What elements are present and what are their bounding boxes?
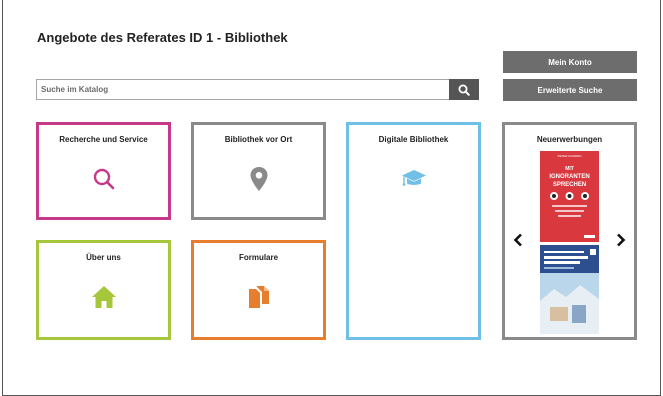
tile-title: Neuerwerbungen — [536, 135, 603, 144]
my-account-button[interactable]: Mein Konto — [503, 51, 637, 73]
tile-title: Über uns — [86, 253, 121, 262]
tile-title: Recherche und Service — [59, 135, 148, 144]
carousel-next-button[interactable] — [615, 231, 627, 249]
chevron-left-icon — [513, 233, 522, 247]
book-cover[interactable] — [540, 245, 599, 334]
chevron-right-icon — [617, 233, 626, 247]
graduation-cap-icon — [401, 170, 426, 186]
svg-text:IGNORANTEN: IGNORANTEN — [549, 174, 589, 180]
tile-formulare[interactable]: Formulare — [191, 240, 326, 340]
documents-icon — [248, 286, 269, 308]
svg-text:SPRECHEN: SPRECHEN — [553, 182, 586, 188]
tile-title: Bibliothek vor Ort — [224, 135, 293, 144]
tile-title: Formulare — [238, 253, 279, 262]
search-icon — [458, 84, 470, 96]
home-icon — [91, 286, 116, 308]
search-icon — [93, 168, 114, 190]
tile-neuerwerbungen[interactable]: Neuerwerbungen PETER ROHDEN MIT IGNORANT… — [502, 122, 637, 340]
page-frame: Angebote des Referates ID 1 - Bibliothek… — [2, 0, 661, 396]
svg-text:MIT: MIT — [565, 166, 574, 172]
catalog-search — [36, 79, 479, 100]
svg-text:PETER ROHDEN: PETER ROHDEN — [558, 154, 582, 158]
tile-title: Digitale Bibliothek — [378, 135, 449, 144]
carousel-prev-button[interactable] — [512, 231, 524, 249]
tile-digitale-bibliothek[interactable]: Digitale Bibliothek — [346, 122, 481, 340]
page-title: Angebote des Referates ID 1 - Bibliothek — [37, 30, 288, 45]
tile-bibliothek-vor-ort[interactable]: Bibliothek vor Ort — [191, 122, 326, 220]
search-button[interactable] — [449, 79, 479, 100]
tile-ueber-uns[interactable]: Über uns — [36, 240, 171, 340]
advanced-search-button[interactable]: Erweiterte Suche — [503, 79, 637, 101]
map-pin-icon — [250, 167, 267, 191]
tile-recherche-und-service[interactable]: Recherche und Service — [36, 122, 171, 220]
book-cover[interactable]: PETER ROHDEN MIT IGNORANTEN SPRECHEN — [540, 151, 599, 242]
catalog-search-input[interactable] — [36, 79, 449, 100]
